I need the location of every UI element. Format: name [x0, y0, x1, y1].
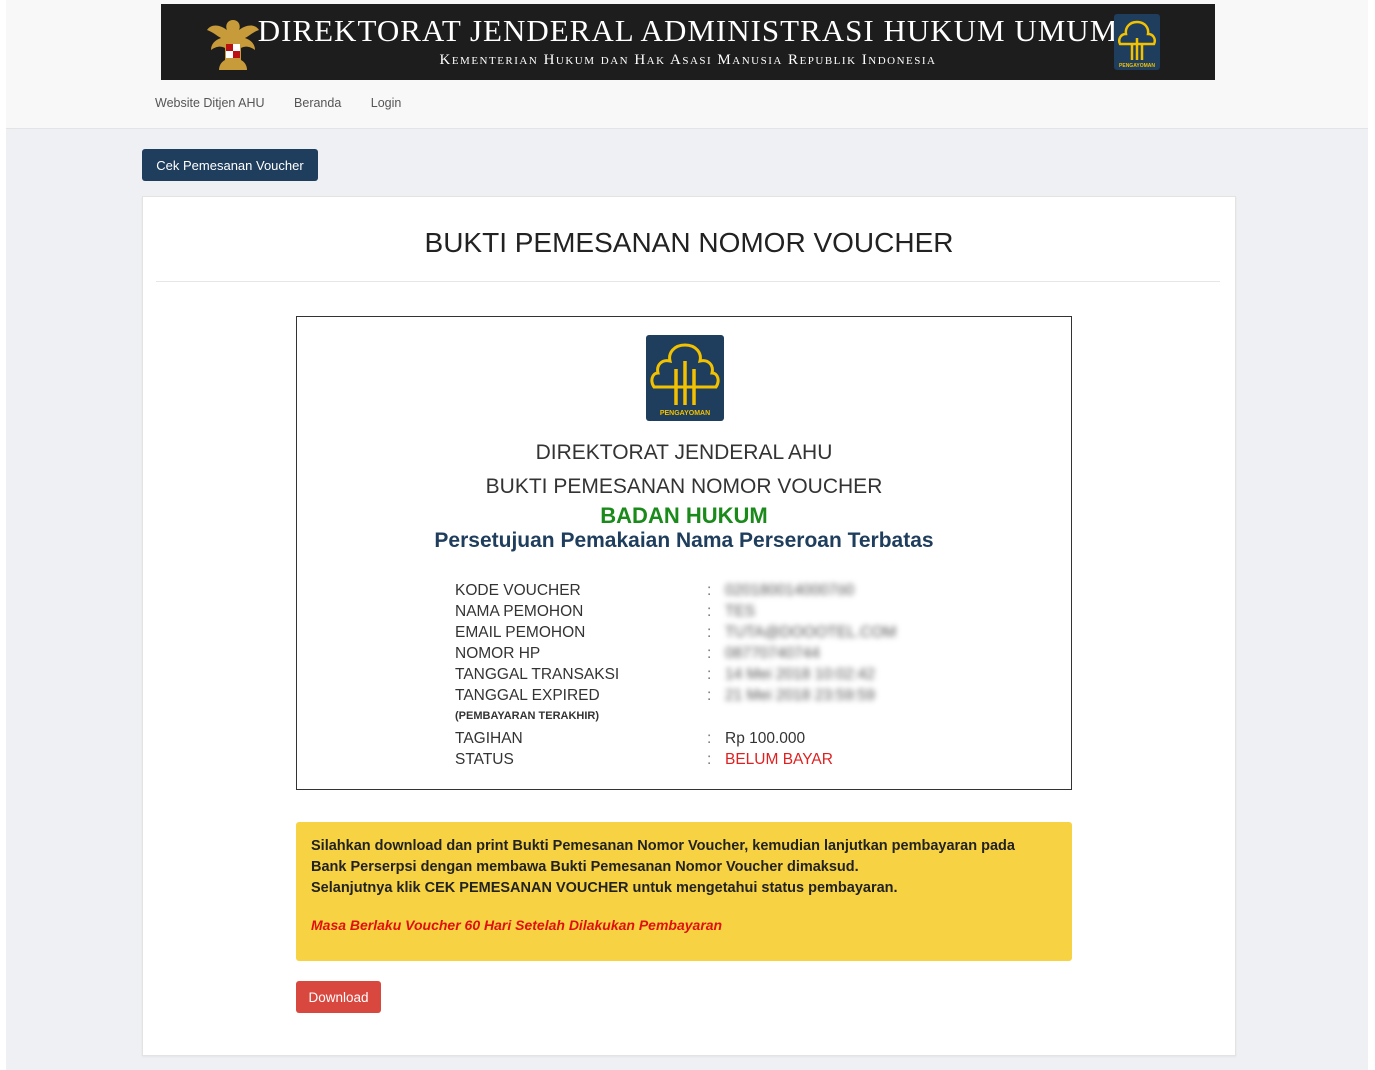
detail-row: TAGIHAN : Rp 100.000 [455, 728, 1015, 749]
detail-value: 0201800140007ö0 [725, 582, 855, 599]
detail-value: 21 Mei 2018 23:59:59 [725, 687, 875, 704]
receipt-category: BADAN HUKUM [600, 503, 768, 528]
main-nav: Website Ditjen AHU Beranda Login [155, 96, 427, 110]
detail-row: STATUS : BELUM BAYAR [455, 749, 1015, 770]
page-frame: DIREKTORAT JENDERAL ADMINISTRASI HUKUM U… [6, 0, 1368, 1070]
tagihan-value: Rp 100.000 [725, 730, 806, 747]
detail-row: KODE VOUCHER : 0201800140007ö0 [455, 580, 1015, 601]
detail-colon: : [707, 582, 712, 599]
svg-text:PENGAYOMAN: PENGAYOMAN [660, 410, 710, 417]
detail-colon: : [707, 687, 712, 704]
detail-colon: : [707, 624, 712, 641]
detail-label: TANGGAL EXPIRED [455, 687, 600, 704]
detail-row: NAMA PEMOHON : TES [455, 601, 1015, 622]
receipt-doc-title: BUKTI PEMESANAN NOMOR VOUCHER [485, 475, 883, 498]
detail-row: TANGGAL EXPIRED : 21 Mei 2018 23:59:59 [455, 685, 1015, 706]
detail-value: TES [725, 603, 756, 620]
notice-text: Silahkan download dan print Bukti Pemesa… [311, 836, 1061, 899]
detail-label: STATUS [455, 751, 514, 768]
nav-website-ditjen-ahu[interactable]: Website Ditjen AHU [155, 96, 265, 110]
notice-line: Bank Perserpsi dengan membawa Bukti Peme… [311, 859, 859, 875]
detail-label: KODE VOUCHER [455, 582, 581, 599]
pengayoman-logo-icon: PENGAYOMAN [1114, 14, 1160, 70]
detail-row: TANGGAL TRANSAKSI : 14 Mei 2018 10:02:42 [455, 664, 1015, 685]
notice-line: Selanjutnya klik CEK PEMESANAN VOUCHER u… [311, 880, 898, 896]
detail-row: EMAIL PEMOHON : TUTA@DOOOTEL.COM [455, 622, 1015, 643]
receipt-details: KODE VOUCHER : 0201800140007ö0 NAMA PEMO… [455, 580, 1015, 770]
detail-row-note: (PEMBAYARAN TERAKHIR) [455, 706, 1015, 728]
detail-colon: : [707, 645, 712, 662]
svg-text:PENGAYOMAN: PENGAYOMAN [1119, 63, 1155, 69]
header-banner: DIREKTORAT JENDERAL ADMINISTRASI HUKUM U… [161, 4, 1215, 80]
status-badge: BELUM BAYAR [725, 751, 833, 768]
detail-value: 08770740744 [725, 645, 820, 662]
cek-pemesanan-voucher-button[interactable]: Cek Pemesanan Voucher [142, 149, 318, 181]
receipt-org: DIREKTORAT JENDERAL AHU [535, 441, 833, 464]
voucher-receipt: PENGAYOMAN DIREKTORAT JENDERAL AHU BUKTI… [296, 316, 1072, 790]
receipt-service: Persetujuan Pemakaian Nama Perseroan Ter… [434, 529, 934, 552]
detail-colon: : [707, 751, 712, 768]
header-subtitle: Kementerian Hukum dan Hak Asasi Manusia … [439, 52, 937, 68]
detail-value: TUTA@DOOOTEL.COM [725, 624, 897, 641]
payment-notice: Silahkan download dan print Bukti Pemesa… [296, 822, 1072, 961]
header-title: DIREKTORAT JENDERAL ADMINISTRASI HUKUM U… [257, 13, 1119, 48]
nav-login[interactable]: Login [371, 96, 402, 110]
detail-label: TANGGAL TRANSAKSI [455, 666, 620, 683]
detail-value: 14 Mei 2018 10:02:42 [725, 666, 875, 683]
detail-row: NOMOR HP : 08770740744 [455, 643, 1015, 664]
content-panel: BUKTI PEMESANAN NOMOR VOUCHER PENGAYOMAN… [142, 196, 1236, 1056]
detail-label: (PEMBAYARAN TERAKHIR) [455, 710, 600, 722]
validity-note: Masa Berlaku Voucher 60 Hari Setelah Dil… [311, 917, 723, 933]
detail-label: NAMA PEMOHON [455, 603, 584, 620]
nav-beranda[interactable]: Beranda [294, 96, 341, 110]
detail-colon: : [707, 730, 712, 747]
notice-line: Silahkan download dan print Bukti Pemesa… [311, 838, 1015, 854]
detail-label: EMAIL PEMOHON [455, 624, 586, 641]
page-title: BUKTI PEMESANAN NOMOR VOUCHER [424, 227, 954, 258]
detail-colon: : [707, 666, 712, 683]
download-button[interactable]: Download [296, 981, 381, 1013]
divider [156, 281, 1220, 282]
detail-label: TAGIHAN [455, 730, 523, 747]
detail-colon: : [707, 603, 712, 620]
detail-label: NOMOR HP [455, 645, 541, 662]
top-navbar: DIREKTORAT JENDERAL ADMINISTRASI HUKUM U… [6, 0, 1368, 129]
pengayoman-logo-icon: PENGAYOMAN [646, 335, 724, 421]
